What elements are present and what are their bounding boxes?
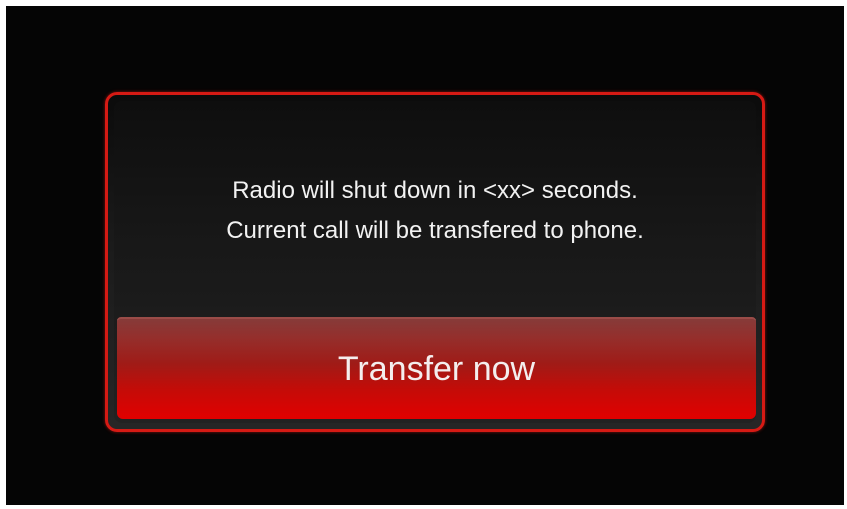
message-line-transfer: Current call will be transfered to phone… [226, 217, 644, 244]
screen-background: Radio will shut down in <xx> seconds. Cu… [6, 6, 844, 505]
dialog-panel: Radio will shut down in <xx> seconds. Cu… [114, 101, 756, 423]
message-line-shutdown: Radio will shut down in <xx> seconds. [232, 177, 638, 204]
shutdown-dialog: Radio will shut down in <xx> seconds. Cu… [105, 92, 765, 432]
transfer-now-button[interactable]: Transfer now [117, 317, 756, 419]
dialog-message: Radio will shut down in <xx> seconds. Cu… [114, 171, 756, 251]
transfer-now-label: Transfer now [337, 350, 536, 388]
